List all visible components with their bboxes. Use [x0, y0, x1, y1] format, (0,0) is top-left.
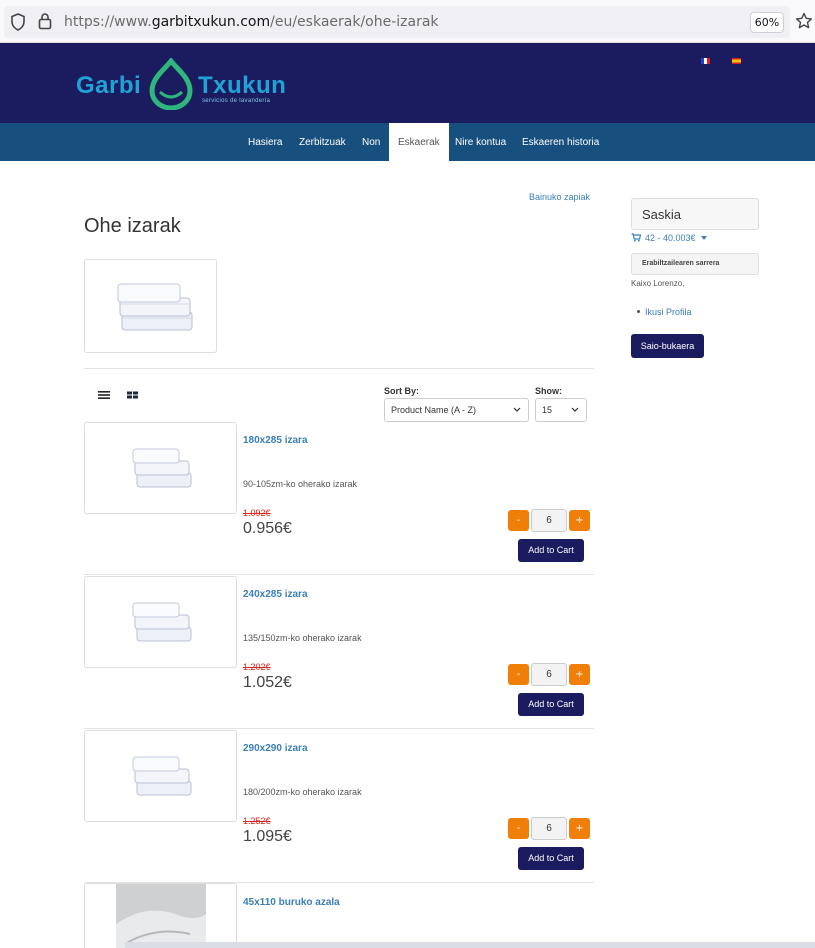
quantity-input[interactable]: 6 [531, 663, 567, 686]
sheets-image [117, 283, 193, 331]
shield-icon[interactable] [10, 13, 26, 31]
zoom-level-button[interactable]: 60% [750, 12, 784, 33]
sheets-image [132, 448, 192, 488]
user-login-heading: Erabiltzailearen sarrera [631, 253, 759, 275]
browser-toolbar: https://www.garbitxukun.com/eu/eskaerak/… [0, 0, 815, 43]
logout-button[interactable]: Saio-bukaera [631, 334, 704, 358]
product-image[interactable] [84, 422, 237, 514]
product-price: 0.956€ [243, 520, 292, 537]
row-divider [84, 574, 594, 575]
cart-title: Saskia [642, 207, 682, 222]
grid-view-icon[interactable] [127, 390, 138, 400]
add-to-cart-button[interactable]: Add to Cart [518, 847, 584, 870]
product-row: 45x110 buruko azala [84, 883, 594, 948]
cart-summary-text: 42 - 40.003€ [645, 233, 696, 243]
user-greeting: Kaixo Lorenzo, [631, 279, 685, 288]
sort-by-label: Sort By: [384, 386, 420, 396]
quantity-decrease-button[interactable]: - [508, 818, 529, 839]
logo-text-txukun: Txukun [198, 72, 287, 99]
quantity-increase-button[interactable]: + [569, 664, 590, 685]
language-flag-french[interactable] [701, 58, 710, 64]
product-old-price: 1.092€ [243, 508, 271, 518]
product-description: 90-105zm-ko oherako izarak [243, 479, 358, 489]
lock-icon[interactable] [38, 12, 52, 30]
url-prefix: https://www. [64, 14, 152, 30]
product-price: 1.095€ [243, 828, 292, 845]
main-navigation: Hasiera Zerbitzuak Non Eskaerak Nire kon… [0, 123, 815, 161]
logo-tagline: servicios de lavandería [202, 98, 271, 104]
quantity-increase-button[interactable]: + [569, 818, 590, 839]
sort-by-select[interactable]: Product Name (A - Z) [384, 398, 529, 422]
content-divider [84, 368, 594, 369]
horizontal-scrollbar[interactable] [125, 942, 815, 948]
bainuko-zapiak-link[interactable]: Bainuko zapiak [529, 192, 590, 202]
water-drop-logo-icon [149, 58, 193, 110]
url-domain: garbitxukun.com [151, 14, 271, 30]
sort-by-value: Product Name (A - Z) [391, 405, 477, 415]
product-old-price: 1.252€ [243, 816, 271, 826]
bookmark-star-icon[interactable] [795, 12, 813, 30]
bullet-icon [637, 310, 640, 313]
show-count-select[interactable]: 15 [535, 398, 587, 422]
view-profile-label: Ikusi Profila [645, 307, 692, 317]
quantity-input[interactable]: 6 [531, 817, 567, 840]
product-image[interactable] [84, 883, 237, 948]
language-flag-spanish[interactable] [732, 58, 741, 64]
sheets-image [132, 602, 192, 642]
cart-module: Saskia [631, 198, 759, 230]
product-image[interactable] [84, 730, 237, 822]
product-name-link[interactable]: 180x285 izara [243, 435, 308, 446]
nav-item-nire-kontua[interactable]: Nire kontua [446, 123, 515, 161]
nav-item-eskaeren-historia[interactable]: Eskaeren historia [513, 123, 608, 161]
product-name-link[interactable]: 45x110 buruko azala [243, 897, 340, 908]
shopping-cart-icon [631, 233, 641, 242]
show-label: Show: [535, 386, 562, 396]
quantity-input[interactable]: 6 [531, 509, 567, 532]
quantity-decrease-button[interactable]: - [508, 664, 529, 685]
quantity-increase-button[interactable]: + [569, 510, 590, 531]
add-to-cart-button[interactable]: Add to Cart [518, 539, 584, 562]
product-row: 180x285 izara 90-105zm-ko oherako izarak… [84, 422, 594, 575]
site-header: Garbi Txukun servicios de lavandería [0, 43, 815, 123]
product-image[interactable] [84, 576, 237, 668]
sheets-image [132, 756, 192, 796]
cart-summary-dropdown[interactable]: 42 - 40.003€ [631, 233, 708, 243]
category-image [84, 259, 217, 353]
product-row: 240x285 izara 135/150zm-ko oherako izara… [84, 576, 594, 729]
site-logo[interactable]: Garbi Txukun servicios de lavandería [76, 58, 296, 114]
chevron-down-icon [513, 407, 521, 412]
product-old-price: 1.202€ [243, 662, 271, 672]
product-name-link[interactable]: 240x285 izara [243, 589, 308, 600]
nav-item-eskaerak[interactable]: Eskaerak [389, 123, 449, 161]
chevron-down-icon [571, 407, 579, 412]
add-to-cart-button[interactable]: Add to Cart [518, 693, 584, 716]
quantity-decrease-button[interactable]: - [508, 510, 529, 531]
product-price: 1.052€ [243, 674, 292, 691]
caret-down-icon [701, 236, 708, 240]
nav-item-zerbitzuak[interactable]: Zerbitzuak [290, 123, 355, 161]
url-path: /eu/eskaerak/ohe-izarak [270, 14, 439, 30]
product-row: 290x290 izara 180/200zm-ko oherako izara… [84, 730, 594, 883]
product-description: 180/200zm-ko oherako izarak [243, 787, 362, 797]
url-text[interactable]: https://www.garbitxukun.com/eu/eskaerak/… [64, 14, 439, 30]
list-view-icon[interactable] [98, 390, 110, 400]
logo-text-garbi: Garbi [76, 72, 142, 99]
pillowcase-image [116, 884, 206, 948]
nav-item-hasiera[interactable]: Hasiera [239, 123, 291, 161]
show-count-value: 15 [542, 405, 553, 415]
product-name-link[interactable]: 290x290 izara [243, 743, 308, 754]
product-description: 135/150zm-ko oherako izarak [243, 633, 362, 643]
view-profile-link[interactable]: Ikusi Profila [637, 307, 692, 317]
nav-item-non[interactable]: Non [353, 123, 389, 161]
row-divider [84, 728, 594, 729]
page-title: Ohe izarak [84, 215, 181, 237]
